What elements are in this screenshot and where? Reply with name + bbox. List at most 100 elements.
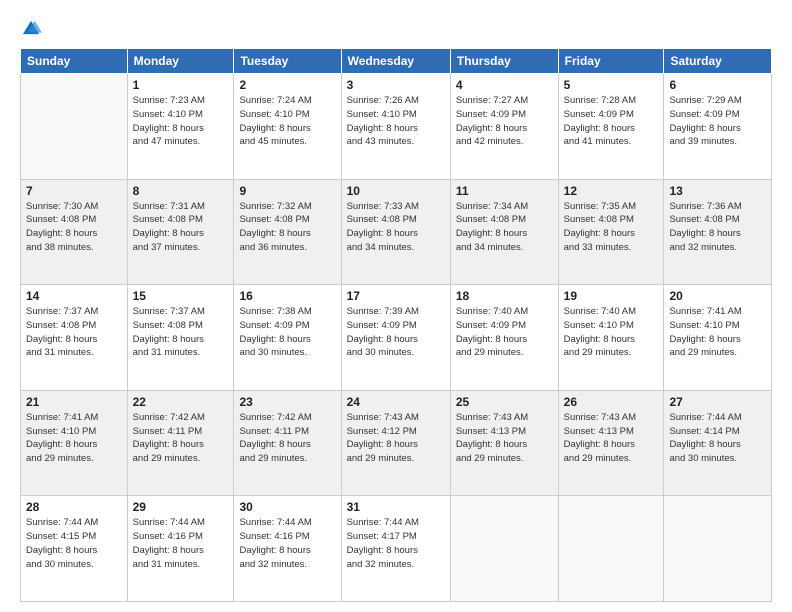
calendar-cell: 6 Sunrise: 7:29 AM Sunset: 4:09 PM Daylig… [664, 74, 772, 180]
day-number: 7 [26, 184, 122, 198]
day-info: Sunrise: 7:39 AM Sunset: 4:09 PM Dayligh… [347, 305, 445, 360]
day-info: Sunrise: 7:44 AM Sunset: 4:16 PM Dayligh… [133, 516, 229, 571]
calendar-cell: 13 Sunrise: 7:36 AM Sunset: 4:08 PM Dayli… [664, 179, 772, 285]
calendar-cell: 4 Sunrise: 7:27 AM Sunset: 4:09 PM Daylig… [450, 74, 558, 180]
calendar-cell: 8 Sunrise: 7:31 AM Sunset: 4:08 PM Daylig… [127, 179, 234, 285]
calendar-cell: 5 Sunrise: 7:28 AM Sunset: 4:09 PM Daylig… [558, 74, 664, 180]
day-info: Sunrise: 7:26 AM Sunset: 4:10 PM Dayligh… [347, 94, 445, 149]
day-number: 20 [669, 289, 766, 303]
day-number: 23 [239, 395, 335, 409]
calendar-cell: 2Sunrise: 7:24 AM Sunset: 4:10 PM Daylig… [234, 74, 341, 180]
calendar-cell: 10 Sunrise: 7:33 AM Sunset: 4:08 PM Dayli… [341, 179, 450, 285]
weekday-header: Monday [127, 49, 234, 74]
day-info: Sunrise: 7:27 AM Sunset: 4:09 PM Dayligh… [456, 94, 553, 149]
weekday-header: Saturday [664, 49, 772, 74]
day-number: 31 [347, 500, 445, 514]
weekday-header: Thursday [450, 49, 558, 74]
calendar-cell: 19Sunrise: 7:40 AM Sunset: 4:10 PM Dayli… [558, 285, 664, 391]
calendar-cell: 3 Sunrise: 7:26 AM Sunset: 4:10 PM Daylig… [341, 74, 450, 180]
calendar-cell: 28 Sunrise: 7:44 AM Sunset: 4:15 PM Dayli… [21, 496, 128, 602]
logo [20, 18, 46, 40]
day-info: Sunrise: 7:43 AM Sunset: 4:13 PM Dayligh… [456, 411, 553, 466]
day-number: 30 [239, 500, 335, 514]
day-number: 3 [347, 78, 445, 92]
calendar-cell: 25 Sunrise: 7:43 AM Sunset: 4:13 PM Dayli… [450, 390, 558, 496]
calendar-cell: 16Sunrise: 7:38 AM Sunset: 4:09 PM Dayli… [234, 285, 341, 391]
day-number: 28 [26, 500, 122, 514]
calendar-cell [450, 496, 558, 602]
day-number: 6 [669, 78, 766, 92]
day-info: Sunrise: 7:35 AM Sunset: 4:08 PM Dayligh… [564, 200, 659, 255]
day-number: 15 [133, 289, 229, 303]
day-info: Sunrise: 7:31 AM Sunset: 4:08 PM Dayligh… [133, 200, 229, 255]
calendar-week-row: 21 Sunrise: 7:41 AM Sunset: 4:10 PM Dayli… [21, 390, 772, 496]
day-info: Sunrise: 7:42 AM Sunset: 4:11 PM Dayligh… [133, 411, 229, 466]
calendar-cell: 15 Sunrise: 7:37 AM Sunset: 4:08 PM Dayli… [127, 285, 234, 391]
day-number: 1 [133, 78, 229, 92]
day-info: Sunrise: 7:37 AM Sunset: 4:08 PM Dayligh… [133, 305, 229, 360]
calendar-cell: 18Sunrise: 7:40 AM Sunset: 4:09 PM Dayli… [450, 285, 558, 391]
weekday-header: Friday [558, 49, 664, 74]
calendar-cell: 21 Sunrise: 7:41 AM Sunset: 4:10 PM Dayli… [21, 390, 128, 496]
calendar-cell: 20Sunrise: 7:41 AM Sunset: 4:10 PM Dayli… [664, 285, 772, 391]
calendar-cell: 27 Sunrise: 7:44 AM Sunset: 4:14 PM Dayli… [664, 390, 772, 496]
calendar-cell: 17Sunrise: 7:39 AM Sunset: 4:09 PM Dayli… [341, 285, 450, 391]
calendar-cell: 1 Sunrise: 7:23 AM Sunset: 4:10 PM Daylig… [127, 74, 234, 180]
day-info: Sunrise: 7:41 AM Sunset: 4:10 PM Dayligh… [26, 411, 122, 466]
day-info: Sunrise: 7:43 AM Sunset: 4:13 PM Dayligh… [564, 411, 659, 466]
logo-icon [20, 18, 42, 40]
day-info: Sunrise: 7:38 AM Sunset: 4:09 PM Dayligh… [239, 305, 335, 360]
day-number: 13 [669, 184, 766, 198]
day-number: 5 [564, 78, 659, 92]
calendar-table: SundayMondayTuesdayWednesdayThursdayFrid… [20, 48, 772, 602]
calendar-cell: 22Sunrise: 7:42 AM Sunset: 4:11 PM Dayli… [127, 390, 234, 496]
calendar-cell: 12 Sunrise: 7:35 AM Sunset: 4:08 PM Dayli… [558, 179, 664, 285]
weekday-header: Wednesday [341, 49, 450, 74]
day-info: Sunrise: 7:44 AM Sunset: 4:16 PM Dayligh… [239, 516, 335, 571]
calendar-cell: 9 Sunrise: 7:32 AM Sunset: 4:08 PM Daylig… [234, 179, 341, 285]
weekday-header: Sunday [21, 49, 128, 74]
day-info: Sunrise: 7:43 AM Sunset: 4:12 PM Dayligh… [347, 411, 445, 466]
calendar-cell: 24 Sunrise: 7:43 AM Sunset: 4:12 PM Dayli… [341, 390, 450, 496]
day-info: Sunrise: 7:40 AM Sunset: 4:10 PM Dayligh… [564, 305, 659, 360]
day-info: Sunrise: 7:44 AM Sunset: 4:14 PM Dayligh… [669, 411, 766, 466]
day-info: Sunrise: 7:23 AM Sunset: 4:10 PM Dayligh… [133, 94, 229, 149]
calendar-cell: 29 Sunrise: 7:44 AM Sunset: 4:16 PM Dayli… [127, 496, 234, 602]
calendar-header-row: SundayMondayTuesdayWednesdayThursdayFrid… [21, 49, 772, 74]
calendar-cell: 7 Sunrise: 7:30 AM Sunset: 4:08 PM Daylig… [21, 179, 128, 285]
day-info: Sunrise: 7:32 AM Sunset: 4:08 PM Dayligh… [239, 200, 335, 255]
day-info: Sunrise: 7:36 AM Sunset: 4:08 PM Dayligh… [669, 200, 766, 255]
page: SundayMondayTuesdayWednesdayThursdayFrid… [0, 0, 792, 612]
day-info: Sunrise: 7:42 AM Sunset: 4:11 PM Dayligh… [239, 411, 335, 466]
day-number: 27 [669, 395, 766, 409]
day-number: 8 [133, 184, 229, 198]
weekday-header: Tuesday [234, 49, 341, 74]
day-number: 12 [564, 184, 659, 198]
day-number: 25 [456, 395, 553, 409]
day-info: Sunrise: 7:30 AM Sunset: 4:08 PM Dayligh… [26, 200, 122, 255]
calendar-cell [21, 74, 128, 180]
day-info: Sunrise: 7:29 AM Sunset: 4:09 PM Dayligh… [669, 94, 766, 149]
day-info: Sunrise: 7:34 AM Sunset: 4:08 PM Dayligh… [456, 200, 553, 255]
calendar-cell: 26Sunrise: 7:43 AM Sunset: 4:13 PM Dayli… [558, 390, 664, 496]
top-section [20, 18, 772, 40]
day-number: 9 [239, 184, 335, 198]
day-number: 2 [239, 78, 335, 92]
day-info: Sunrise: 7:28 AM Sunset: 4:09 PM Dayligh… [564, 94, 659, 149]
day-number: 29 [133, 500, 229, 514]
day-number: 4 [456, 78, 553, 92]
calendar-body: 1 Sunrise: 7:23 AM Sunset: 4:10 PM Daylig… [21, 74, 772, 602]
day-info: Sunrise: 7:33 AM Sunset: 4:08 PM Dayligh… [347, 200, 445, 255]
day-number: 21 [26, 395, 122, 409]
calendar-week-row: 14 Sunrise: 7:37 AM Sunset: 4:08 PM Dayli… [21, 285, 772, 391]
calendar-cell: 31Sunrise: 7:44 AM Sunset: 4:17 PM Dayli… [341, 496, 450, 602]
calendar-cell: 11Sunrise: 7:34 AM Sunset: 4:08 PM Dayli… [450, 179, 558, 285]
calendar-cell: 30 Sunrise: 7:44 AM Sunset: 4:16 PM Dayli… [234, 496, 341, 602]
calendar-week-row: 28 Sunrise: 7:44 AM Sunset: 4:15 PM Dayli… [21, 496, 772, 602]
day-info: Sunrise: 7:44 AM Sunset: 4:15 PM Dayligh… [26, 516, 122, 571]
day-number: 10 [347, 184, 445, 198]
day-number: 14 [26, 289, 122, 303]
day-number: 24 [347, 395, 445, 409]
calendar-week-row: 1 Sunrise: 7:23 AM Sunset: 4:10 PM Daylig… [21, 74, 772, 180]
day-number: 18 [456, 289, 553, 303]
